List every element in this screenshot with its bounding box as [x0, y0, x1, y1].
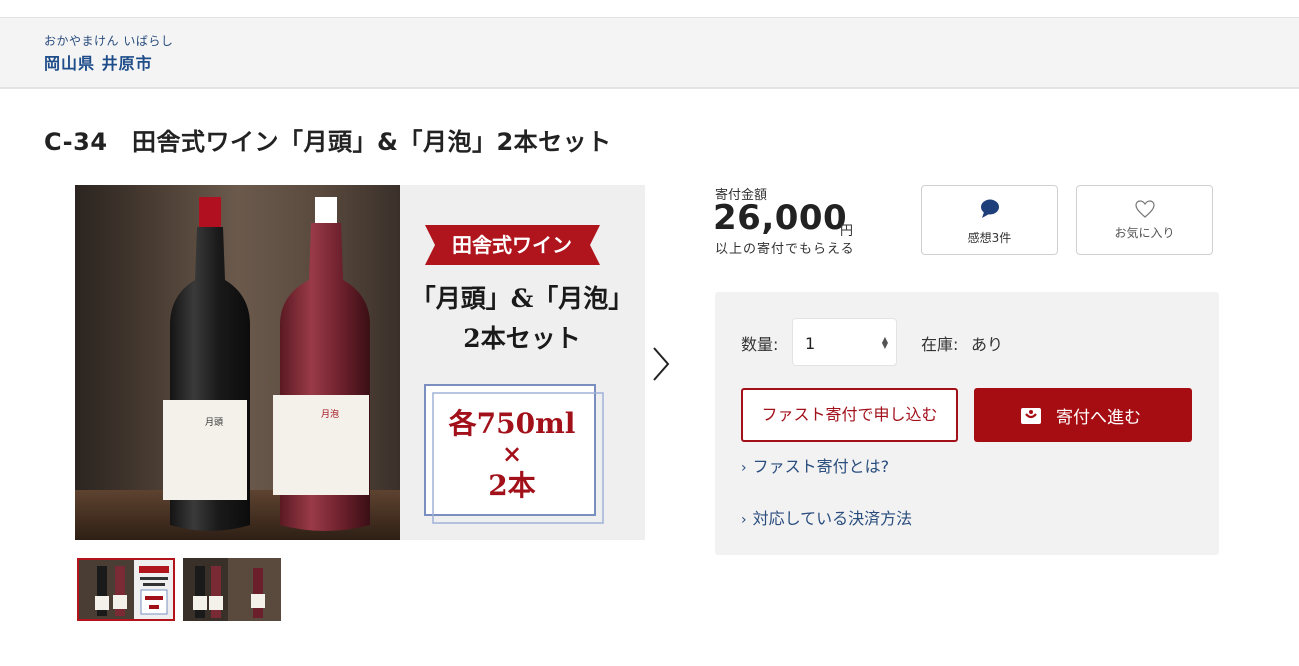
- donation-amount-unit: 円: [840, 224, 854, 239]
- fast-donate-info-text: ファスト寄付とは?: [752, 457, 890, 476]
- municipality-bar: おかやまけん いばらし 岡山県 井原市: [0, 18, 1299, 89]
- quantity-select[interactable]: 1 ▲ ▼: [792, 318, 897, 366]
- banner-volume: 各750ml: [448, 407, 576, 440]
- donation-amount-note: 以上の寄付でもらえる: [715, 242, 855, 257]
- municipality-kana: おかやまけん いばらし: [44, 34, 174, 48]
- payment-methods-text: 対応している決済方法: [752, 509, 913, 528]
- review-label: 感想3件: [967, 231, 1012, 245]
- thumbnail-1[interactable]: [77, 558, 175, 621]
- donation-amount-value: 26,000: [713, 198, 848, 238]
- speech-bubble-icon: [979, 199, 1001, 223]
- bottle-label-right-text: 月泡: [321, 408, 339, 420]
- bottle-label-left-text: 月頭: [205, 417, 223, 428]
- banner-brand: 田舎式ワイン: [452, 233, 572, 257]
- gift-icon: [1020, 405, 1042, 430]
- chevron-right-small-icon: ›: [741, 512, 747, 528]
- stock-label: 在庫:: [921, 335, 959, 354]
- proceed-donate-label: 寄付へ進む: [1056, 408, 1141, 428]
- banner-times: ×: [502, 439, 522, 468]
- favorite-label: お気に入り: [1114, 226, 1175, 240]
- fast-donate-info-link[interactable]: › ファスト寄付とは?: [741, 453, 889, 477]
- payment-methods-link[interactable]: › 対応している決済方法: [741, 505, 912, 529]
- order-panel: 数量: 1 ▲ ▼ 在庫: あり ファスト寄付で申し込む 寄付へ進む › ファスト寄…: [715, 292, 1219, 555]
- product-main-image[interactable]: 月頭 月泡 田舎式ワイン 「月頭」&「月泡」 2本セット 各750ml × 2本: [75, 185, 645, 540]
- banner-line1: 「月頭」&「月泡」: [411, 284, 634, 313]
- municipality-name[interactable]: 岡山県 井原市: [44, 50, 153, 74]
- stock-value: あり: [971, 335, 1004, 354]
- banner-line2: 2本セット: [463, 324, 580, 353]
- favorite-button[interactable]: お気に入り: [1076, 185, 1213, 255]
- proceed-donate-button[interactable]: 寄付へ進む: [974, 388, 1192, 442]
- fast-donate-button[interactable]: ファスト寄付で申し込む: [741, 388, 958, 442]
- thumbnail-2[interactable]: [183, 558, 281, 621]
- banner-count: 2本: [488, 469, 535, 502]
- quantity-label: 数量:: [741, 335, 779, 354]
- product-title: C-34 田舎式ワイン「月頭」&「月泡」2本セット: [44, 128, 612, 156]
- chevron-right-icon[interactable]: [650, 346, 672, 382]
- review-button[interactable]: 感想3件: [921, 185, 1058, 255]
- chevron-right-small-icon: ›: [741, 460, 747, 476]
- updown-arrows-icon: ▲ ▼: [881, 335, 888, 350]
- quantity-value: 1: [805, 334, 816, 353]
- heart-icon: [1134, 199, 1156, 223]
